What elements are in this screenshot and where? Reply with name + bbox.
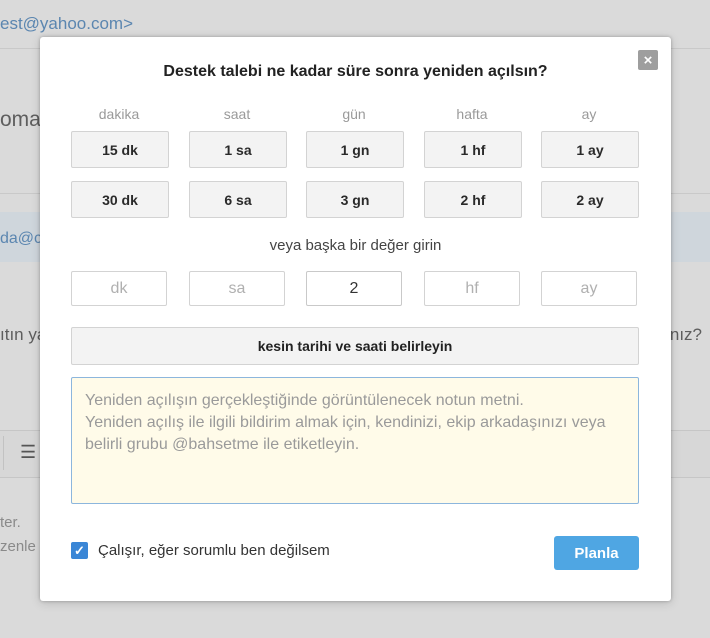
option-3-days-button[interactable]: 3 gn [306,181,404,218]
column-header-months: ay [581,106,597,122]
bg-toolbar-separator [3,436,4,470]
hours-input[interactable] [189,271,285,306]
reopen-note-textarea[interactable] [71,377,639,504]
column-header-minutes: dakika [98,106,140,122]
option-30-minutes-button[interactable]: 30 dk [71,181,169,218]
days-input[interactable] [306,271,402,306]
checkbox-checked-icon[interactable]: ✓ [71,542,88,559]
bg-text: ter. [0,514,21,531]
schedule-button[interactable]: Planla [554,536,639,570]
option-1-week-button[interactable]: 1 hf [424,131,522,168]
bg-email: est@yahoo.com> [0,14,134,33]
column-header-weeks: hafta [456,106,488,122]
option-2-weeks-button[interactable]: 2 hf [424,181,522,218]
column-header-hours: saat [223,106,251,122]
list-icon: ☰ [20,442,37,462]
weeks-input[interactable] [424,271,520,306]
reopen-dialog: × Destek talebi ne kadar süre sonra yeni… [40,37,671,601]
set-exact-datetime-button[interactable]: kesin tarihi ve saati belirleyin [71,327,639,365]
option-15-minutes-button[interactable]: 15 dk [71,131,169,168]
custom-value-label: veya başka bir değer girin [269,237,442,254]
bg-text: nız? [669,325,702,344]
option-1-month-button[interactable]: 1 ay [541,131,639,168]
option-2-months-button[interactable]: 2 ay [541,181,639,218]
bg-email: da@c [0,230,43,247]
minutes-input[interactable] [71,271,167,306]
only-if-not-assignee-option[interactable]: ✓ Çalışır, eğer sorumlu ben değilsem [71,542,330,559]
option-6-hours-button[interactable]: 6 sa [189,181,287,218]
bg-text: zenle [0,538,36,555]
column-header-days: gün [342,106,366,122]
months-input[interactable] [541,271,637,306]
dialog-title: Destek talebi ne kadar süre sonra yenide… [163,63,548,80]
option-1-hour-button[interactable]: 1 sa [189,131,287,168]
option-1-day-button[interactable]: 1 gn [306,131,404,168]
checkbox-label: Çalışır, eğer sorumlu ben değilsem [98,542,330,559]
